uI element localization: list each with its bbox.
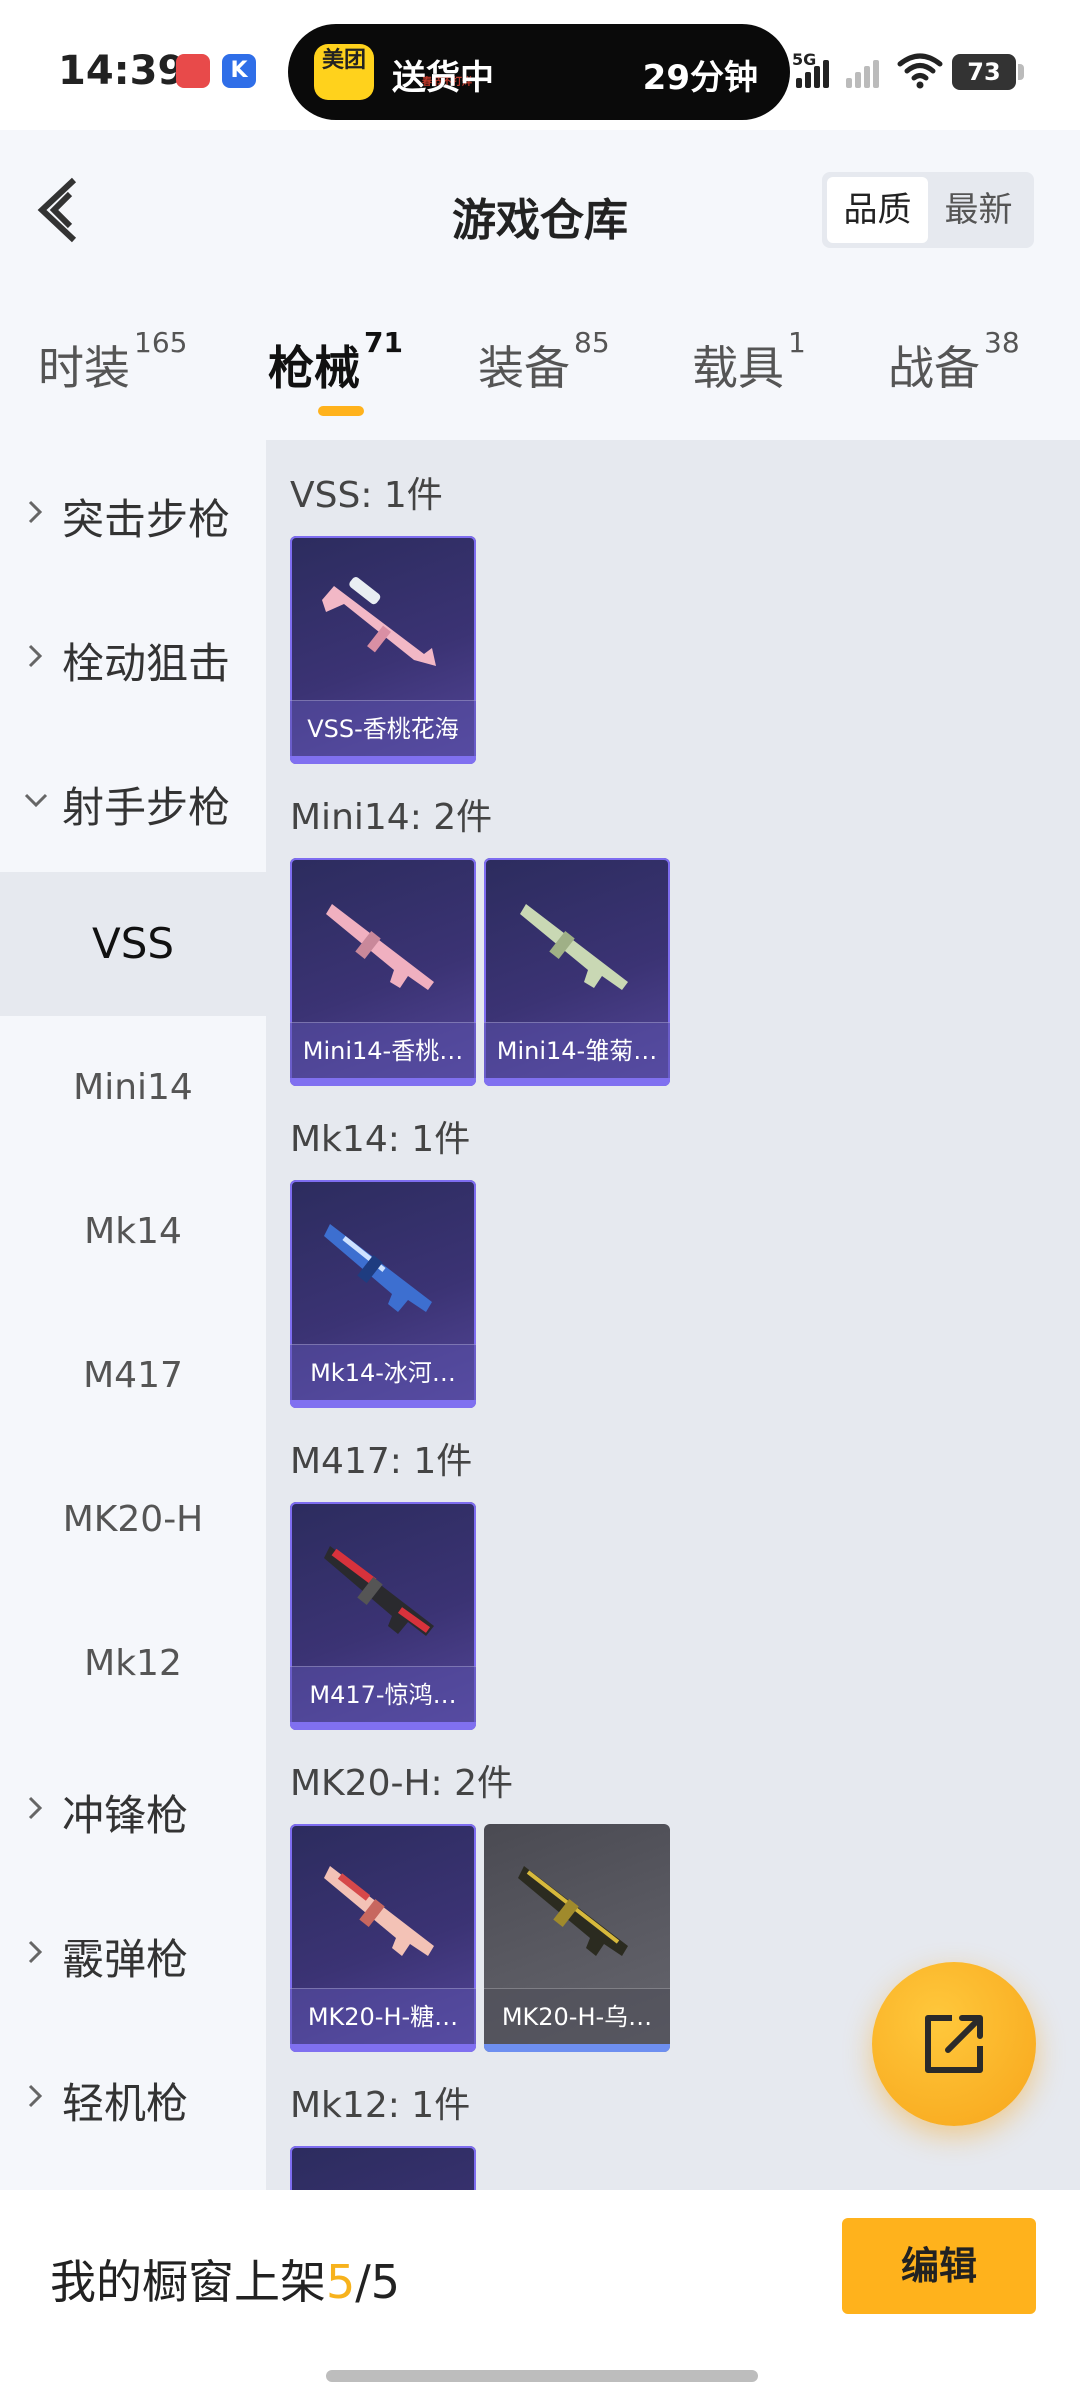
- sort-toggle: 品质 最新: [822, 172, 1034, 248]
- group-title-mk12: Mk12: 1件: [290, 2085, 471, 2126]
- rarity-bar: [484, 1078, 670, 1086]
- rifle-skin-icon: [324, 1866, 434, 1956]
- rifle-skin-icon: [520, 904, 628, 990]
- edit-button[interactable]: 编辑: [842, 2218, 1036, 2314]
- rarity-bar: [290, 2044, 476, 2052]
- rarity-bar: [290, 756, 476, 764]
- rarity-bar: [290, 1078, 476, 1086]
- skin-name: Mk14-冰河…: [290, 1344, 476, 1400]
- group-title-mk14: Mk14: 1件: [290, 1119, 471, 1160]
- rarity-bar: [290, 1400, 476, 1408]
- skin-card-mini14-daisy[interactable]: Mini14-雏菊…: [484, 858, 670, 1086]
- sidebar-category-assault-rifle[interactable]: 突击步枪: [0, 440, 266, 584]
- active-tab-indicator: [318, 406, 364, 416]
- sidebar-category-bolt-sniper[interactable]: 栓动狙击: [0, 584, 266, 728]
- bottom-action-bar: 我的橱窗上架5/5 编辑: [0, 2190, 1080, 2400]
- rifle-skin-icon: [324, 1546, 434, 1636]
- sidebar-item-mk20h[interactable]: MK20-H: [0, 1448, 266, 1592]
- skin-name: Mini14-雏菊…: [484, 1022, 670, 1078]
- signal-strength-secondary-icon: [844, 58, 884, 88]
- skin-name: MK20-H-糖…: [290, 1988, 476, 2044]
- skin-card-mk14-glacier[interactable]: Mk14-冰河…: [290, 1180, 476, 1408]
- tab-equipment[interactable]: 装备 85: [478, 326, 610, 398]
- chevron-right-icon: [28, 1940, 43, 1964]
- chevron-right-icon: [28, 644, 43, 668]
- skin-card-m417-jinghong[interactable]: M417-惊鸿…: [290, 1502, 476, 1730]
- delivery-eta: 29分钟: [642, 58, 758, 98]
- skin-card-vss-peach[interactable]: VSS-香桃花海: [290, 536, 476, 764]
- delivery-status: 送货中: [392, 58, 494, 98]
- sidebar-item-vss[interactable]: VSS: [0, 872, 266, 1016]
- skin-card-mk20h-black-gold[interactable]: MK20-H-乌…: [484, 1824, 670, 2052]
- chevron-right-icon: [28, 1796, 43, 1820]
- chevron-right-icon: [28, 2084, 43, 2108]
- rarity-bar: [484, 2044, 670, 2052]
- skin-name: Mini14-香桃…: [290, 1022, 476, 1078]
- skin-card-mk12-partial[interactable]: [290, 2146, 476, 2190]
- wifi-icon: [897, 53, 943, 89]
- app-k-notification-icon: K: [222, 54, 256, 88]
- weapon-category-sidebar: 突击步枪 栓动狙击 射手步枪 VSS Mini14 Mk14 M417 MK20…: [0, 440, 266, 2190]
- sidebar-category-shotgun[interactable]: 霰弹枪: [0, 1880, 266, 2024]
- battery-icon: 73: [952, 54, 1024, 90]
- group-title-mk20h: MK20-H: 2件: [290, 1763, 514, 1804]
- rifle-skin-icon: [518, 1866, 628, 1956]
- sidebar-category-lmg[interactable]: 轻机枪: [0, 2024, 266, 2168]
- chevron-right-icon: [28, 500, 43, 524]
- skin-name: M417-惊鸿…: [290, 1666, 476, 1722]
- sort-option-quality[interactable]: 品质: [827, 177, 928, 243]
- rifle-skin-icon: [322, 577, 436, 666]
- chevron-down-icon: [24, 793, 48, 808]
- status-bar: 14:39 K 美团 春节不打烊 送货中 29分钟 5G 73: [0, 0, 1080, 130]
- tab-firearms[interactable]: 枪械 71: [268, 326, 403, 398]
- sidebar-category-marksman-rifle[interactable]: 射手步枪: [0, 728, 266, 872]
- status-time: 14:39: [58, 48, 186, 94]
- pinduoduo-notification-icon: [176, 54, 210, 88]
- rifle-skin-icon: [324, 1224, 432, 1312]
- skin-name: VSS-香桃花海: [290, 700, 476, 756]
- signal-strength-icon: [794, 58, 834, 88]
- skin-name: MK20-H-乌…: [484, 1988, 670, 2044]
- sidebar-item-mk12[interactable]: Mk12: [0, 1592, 266, 1736]
- category-tabs: 时装 165 枪械 71 装备 85 载具 1 战备 38: [0, 290, 1080, 440]
- sidebar-item-mini14[interactable]: Mini14: [0, 1016, 266, 1160]
- tab-fashion[interactable]: 时装 165: [38, 326, 187, 398]
- skin-card-mk20h-candy[interactable]: MK20-H-糖…: [290, 1824, 476, 2052]
- tab-battle-gear[interactable]: 战备 38: [888, 326, 1020, 398]
- home-indicator[interactable]: [326, 2370, 758, 2382]
- skin-card-mini14-peach[interactable]: Mini14-香桃…: [290, 858, 476, 1086]
- group-title-vss: VSS: 1件: [290, 475, 443, 516]
- group-title-mini14: Mini14: 2件: [290, 797, 493, 838]
- rarity-bar: [290, 1722, 476, 1730]
- share-fab-button[interactable]: [872, 1962, 1036, 2126]
- showcase-status: 我的橱窗上架5/5: [50, 2255, 401, 2309]
- page-header: 游戏仓库 品质 最新: [0, 130, 1080, 290]
- sort-option-newest[interactable]: 最新: [928, 177, 1029, 243]
- sidebar-item-mk14[interactable]: Mk14: [0, 1160, 266, 1304]
- rifle-skin-icon: [326, 904, 434, 990]
- sidebar-item-m417[interactable]: M417: [0, 1304, 266, 1448]
- group-title-m417: M417: 1件: [290, 1441, 473, 1482]
- sidebar-category-smg[interactable]: 冲锋枪: [0, 1736, 266, 1880]
- share-external-icon: [925, 2015, 983, 2073]
- meituan-logo-icon: 美团 春节不打烊: [314, 44, 472, 100]
- weapon-skin-list[interactable]: VSS: 1件 VSS-香桃花海 Mini14: 2件 Mini14-香桃… M…: [266, 440, 1080, 2190]
- dynamic-island-delivery[interactable]: 美团 春节不打烊 送货中 29分钟: [288, 24, 790, 120]
- tab-vehicles[interactable]: 载具 1: [692, 326, 806, 398]
